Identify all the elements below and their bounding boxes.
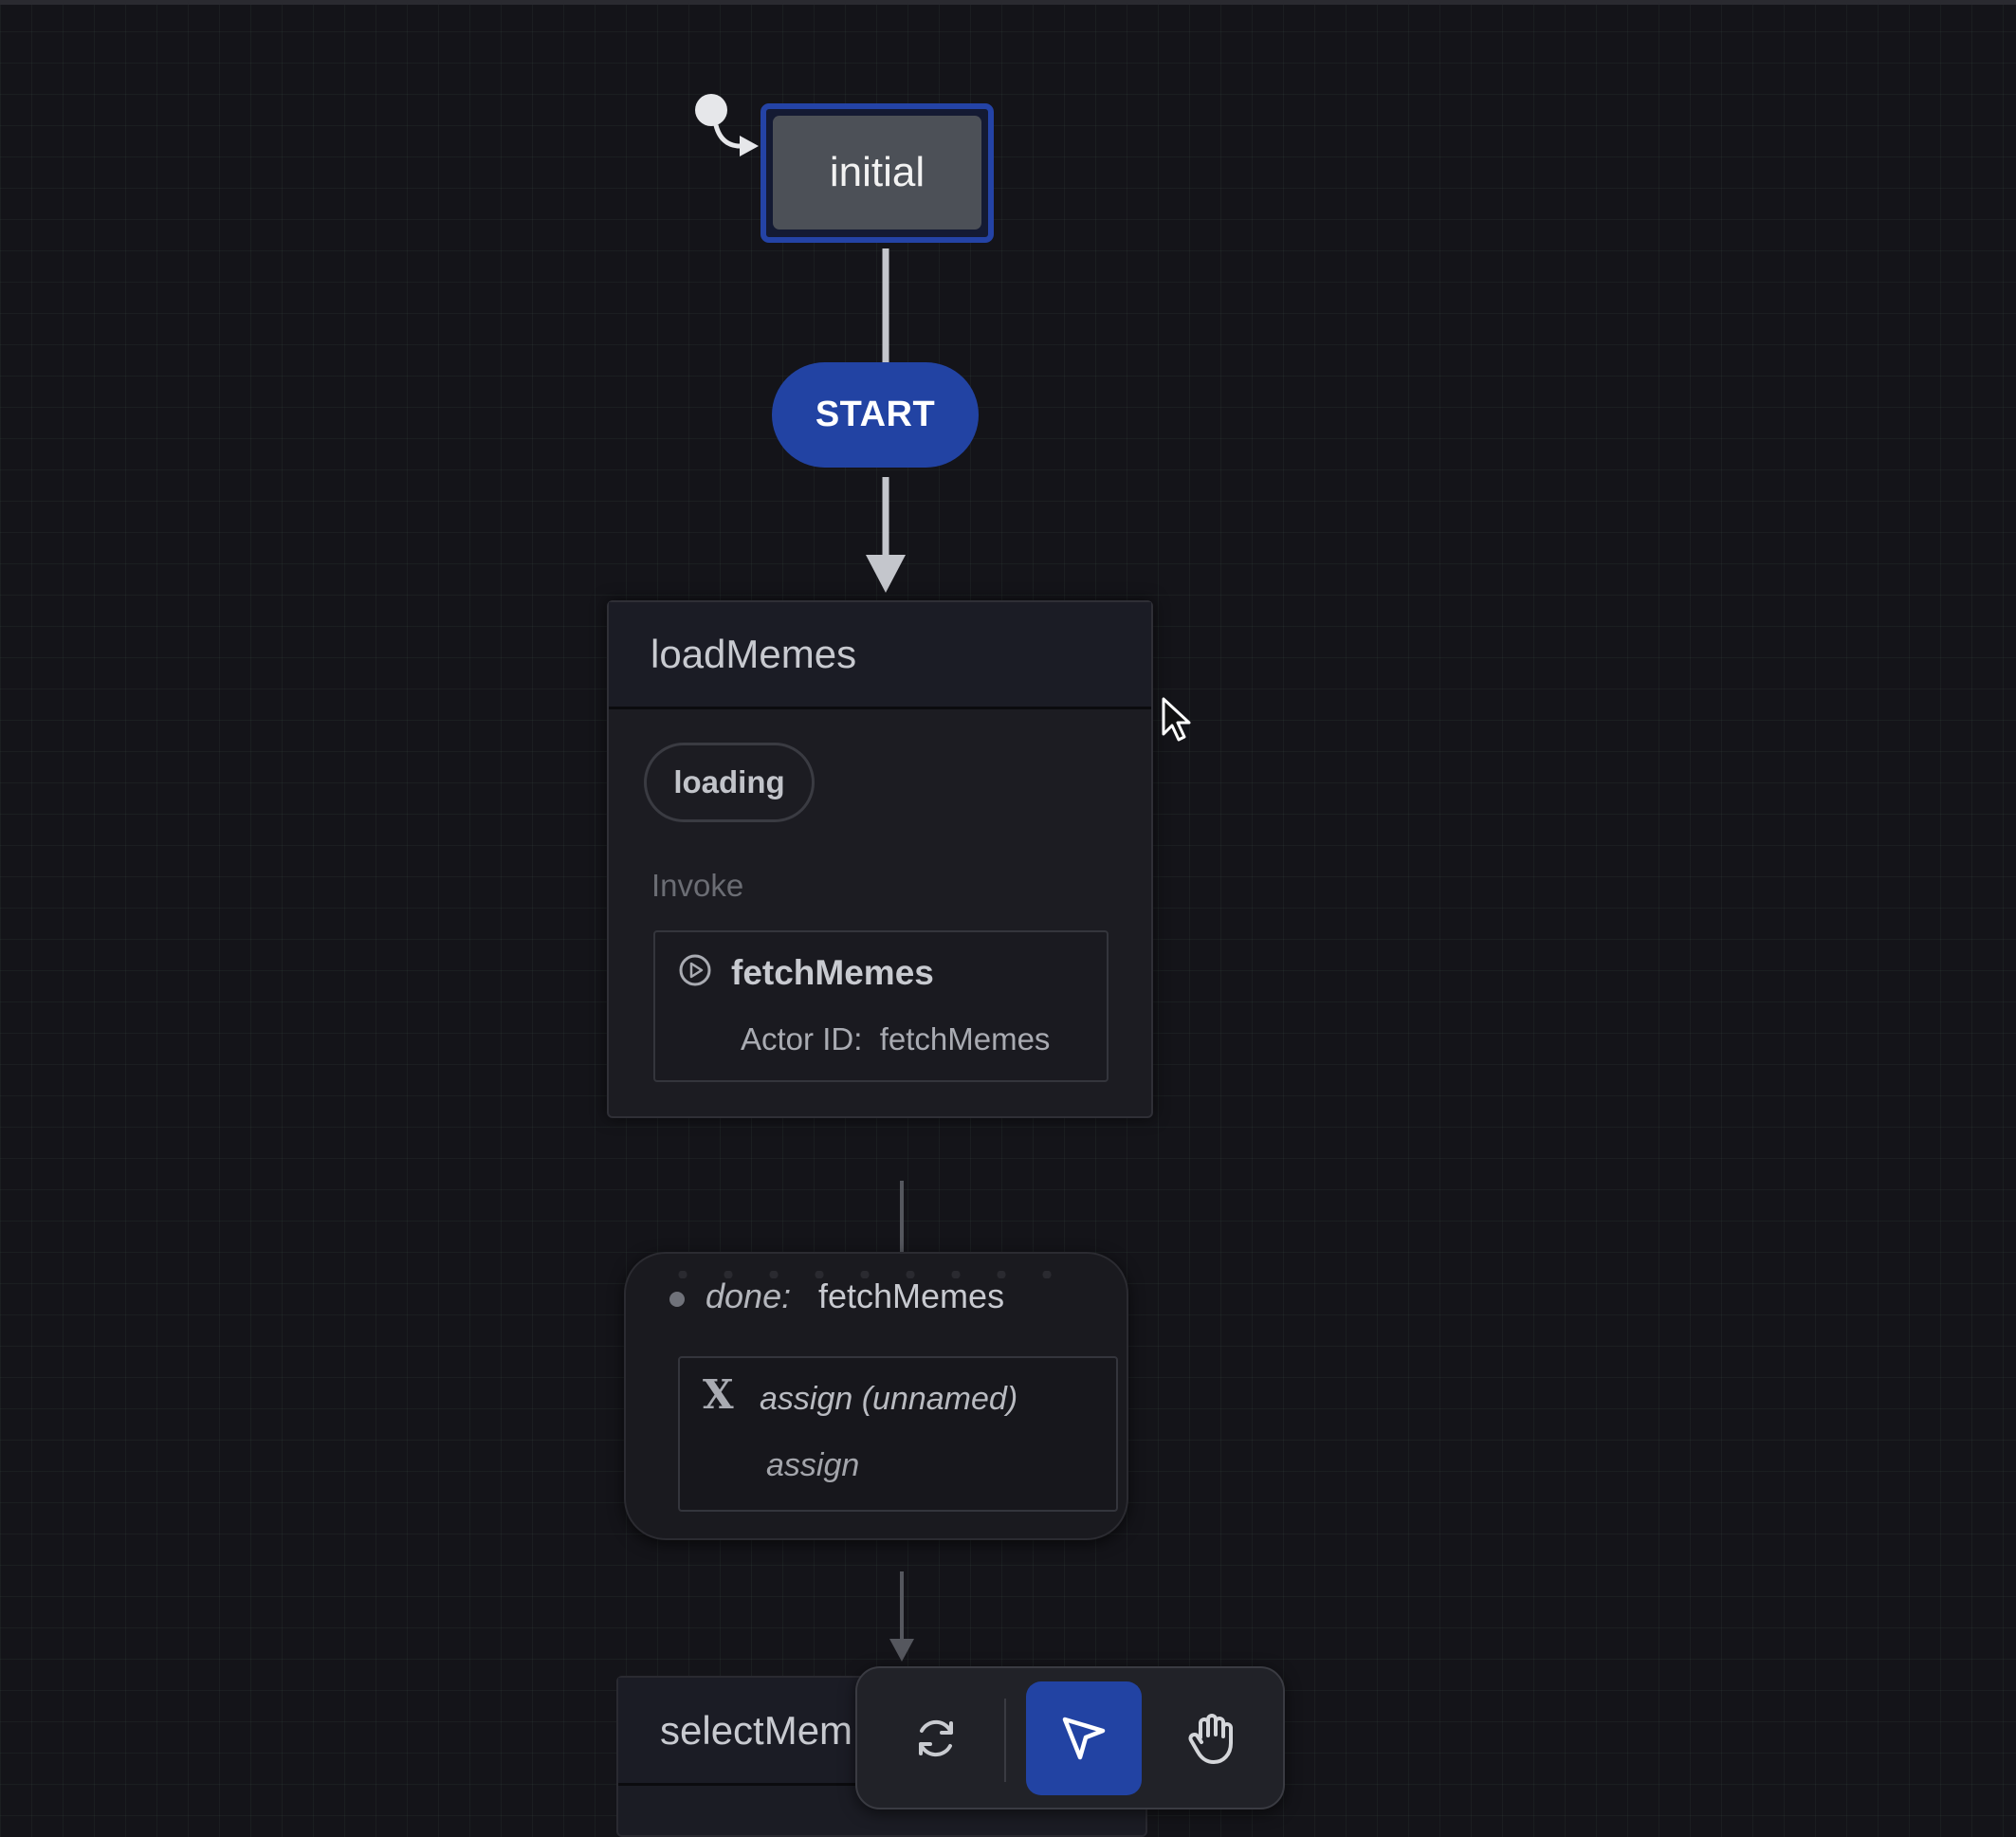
event-target: fetchMemes <box>818 1277 1005 1315</box>
invoke-name: fetchMemes <box>731 953 934 992</box>
action-name: assign (unnamed) <box>760 1381 1018 1417</box>
actor-id-value: fetchMemes <box>879 1021 1051 1056</box>
start-event-button[interactable]: START <box>772 362 979 468</box>
cursor-arrow-icon <box>1062 1717 1106 1760</box>
initial-state-label: initial <box>829 149 926 195</box>
edge-start-arrowhead <box>866 555 906 593</box>
loadmemes-title: loadMemes <box>651 632 857 676</box>
mouse-pointer-icon <box>1162 697 1191 742</box>
initial-arrowhead <box>740 136 759 156</box>
refresh-icon <box>919 1719 953 1757</box>
action-type: assign <box>766 1447 860 1483</box>
assign-x-icon: X <box>703 1371 734 1418</box>
event-bullet-icon <box>669 1292 685 1307</box>
selectmeme-title: selectMem <box>660 1707 853 1753</box>
invoke-section-label: Invoke <box>651 868 744 903</box>
play-circle-icon <box>679 954 711 986</box>
loading-tag: loading <box>644 743 815 822</box>
reset-button[interactable] <box>878 1681 994 1795</box>
invoke-card[interactable]: fetchMemes Actor ID: fetchMemes <box>653 930 1109 1082</box>
canvas-toolbar <box>855 1666 1285 1809</box>
done-transition[interactable]: done: fetchMemes X assign (unnamed) assi… <box>624 1252 1128 1540</box>
hand-icon <box>1188 1714 1233 1764</box>
initial-state[interactable]: initial <box>773 116 981 230</box>
invoke-actor-id: Actor ID: fetchMemes <box>741 1021 1050 1057</box>
assign-action-card[interactable]: X assign (unnamed) assign <box>678 1356 1118 1512</box>
loadmemes-state[interactable]: loadMemes loading Invoke fetchMemes Acto… <box>607 600 1153 1118</box>
start-event-label: START <box>815 395 936 434</box>
loadmemes-header: loadMemes <box>609 602 1151 709</box>
select-tool-button[interactable] <box>1026 1681 1142 1795</box>
toolbar-divider <box>1004 1699 1006 1782</box>
pan-tool-button[interactable] <box>1155 1681 1271 1795</box>
actor-id-label: Actor ID: <box>741 1021 863 1056</box>
initial-marker <box>695 94 727 126</box>
loading-tag-label: loading <box>673 764 785 799</box>
event-type: done: <box>706 1277 792 1315</box>
edge-done-arrowhead <box>889 1639 914 1662</box>
